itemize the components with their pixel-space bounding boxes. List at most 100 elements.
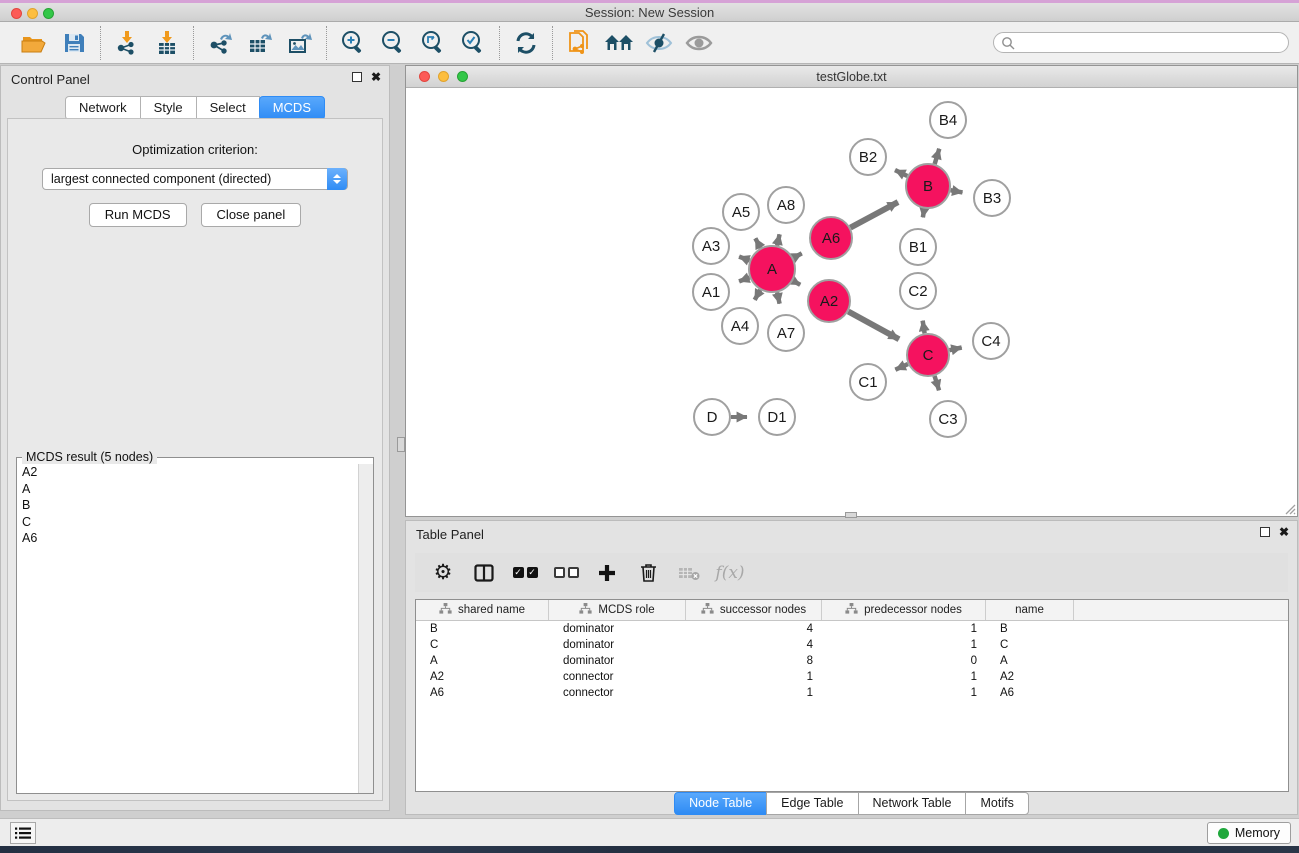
zoom-in-button[interactable] [333, 27, 373, 59]
network-window-titlebar[interactable]: testGlobe.txt [406, 66, 1297, 88]
cell-shared-name[interactable]: A [416, 655, 549, 667]
vertical-divider-handle[interactable] [397, 437, 405, 452]
column-header-MCDS-role[interactable]: MCDS role [549, 600, 686, 620]
edge-B-B1[interactable] [923, 209, 924, 218]
close-panel-icon[interactable]: ✖ [371, 72, 381, 82]
cell-MCDS-role[interactable]: connector [549, 671, 686, 683]
mcds-result-item[interactable]: C [17, 514, 357, 531]
run-mcds-button[interactable]: Run MCDS [89, 203, 187, 227]
column-header-shared-name[interactable]: shared name [416, 600, 549, 620]
node-A7[interactable]: A7 [768, 315, 804, 351]
node-table[interactable]: shared nameMCDS rolesuccessor nodesprede… [415, 599, 1289, 792]
node-A6[interactable]: A6 [810, 217, 852, 259]
table-close-panel-icon[interactable]: ✖ [1279, 527, 1289, 537]
node-C1[interactable]: C1 [850, 364, 886, 400]
show-columns-button[interactable] [469, 558, 499, 588]
node-D1[interactable]: D1 [759, 399, 795, 435]
import-network-button[interactable] [107, 27, 147, 59]
show-graphics-button[interactable] [679, 27, 719, 59]
node-B1[interactable]: B1 [900, 229, 936, 265]
network-graph[interactable]: AA1A2A3A4A5A6A7A8BB1B2B3B4CC1C2C3C4DD1 [406, 88, 1297, 516]
cell-predecessor-nodes[interactable]: 0 [822, 655, 986, 667]
node-B4[interactable]: B4 [930, 102, 966, 138]
search-input[interactable] [993, 32, 1289, 53]
table-row[interactable]: Adominator80A [416, 653, 1288, 669]
mcds-result-item[interactable]: A [17, 481, 357, 498]
node-A3[interactable]: A3 [693, 228, 729, 264]
cell-name[interactable]: C [986, 639, 1074, 651]
mcds-result-item[interactable]: A6 [17, 530, 357, 547]
cell-successor-nodes[interactable]: 4 [686, 623, 822, 635]
float-panel-icon[interactable] [352, 72, 362, 82]
cell-name[interactable]: A6 [986, 687, 1074, 699]
cell-name[interactable]: B [986, 623, 1074, 635]
cell-shared-name[interactable]: B [416, 623, 549, 635]
hide-graphics-button[interactable] [639, 27, 679, 59]
node-A1[interactable]: A1 [693, 274, 729, 310]
mcds-result-list[interactable]: A2ABCA6 [17, 464, 357, 793]
edge-A-A2[interactable] [793, 281, 800, 285]
cell-predecessor-nodes[interactable]: 1 [822, 687, 986, 699]
export-image-button[interactable] [280, 27, 320, 59]
node-A4[interactable]: A4 [722, 308, 758, 344]
edge-C-C4[interactable] [949, 348, 961, 351]
cell-MCDS-role[interactable]: dominator [549, 655, 686, 667]
cell-successor-nodes[interactable]: 8 [686, 655, 822, 667]
node-C3[interactable]: C3 [930, 401, 966, 437]
cell-shared-name[interactable]: A6 [416, 687, 549, 699]
select-all-columns-button[interactable]: ✓✓ [510, 558, 540, 588]
table-row[interactable]: A6connector11A6 [416, 685, 1288, 701]
tab-node-table[interactable]: Node Table [674, 792, 767, 815]
delete-columns-button[interactable] [633, 558, 663, 588]
export-table-button[interactable] [240, 27, 280, 59]
cell-shared-name[interactable]: C [416, 639, 549, 651]
edge-A-A4[interactable] [755, 290, 761, 300]
cell-MCDS-role[interactable]: dominator [549, 623, 686, 635]
resize-grip-icon[interactable] [1282, 501, 1296, 515]
table-row[interactable]: A2connector11A2 [416, 669, 1288, 685]
node-B3[interactable]: B3 [974, 180, 1010, 216]
edge-A-A6[interactable] [793, 253, 802, 257]
node-A8[interactable]: A8 [768, 187, 804, 223]
edge-B-B3[interactable] [951, 190, 963, 192]
refresh-button[interactable] [506, 27, 546, 59]
tab-style[interactable]: Style [140, 96, 197, 120]
mcds-result-scrollbar[interactable] [358, 464, 373, 793]
cell-MCDS-role[interactable]: dominator [549, 639, 686, 651]
table-float-panel-icon[interactable] [1260, 527, 1270, 537]
cell-MCDS-role[interactable]: connector [549, 687, 686, 699]
tab-select[interactable]: Select [196, 96, 260, 120]
edge-A-A5[interactable] [755, 238, 760, 248]
cell-predecessor-nodes[interactable]: 1 [822, 671, 986, 683]
node-B2[interactable]: B2 [850, 139, 886, 175]
memory-button[interactable]: Memory [1207, 822, 1291, 844]
edge-A-A3[interactable] [739, 257, 749, 261]
export-network-button[interactable] [200, 27, 240, 59]
tab-network[interactable]: Network [65, 96, 141, 120]
tab-network-table[interactable]: Network Table [858, 792, 967, 815]
create-column-button[interactable] [592, 558, 622, 588]
edge-A2-C[interactable] [848, 312, 899, 340]
unselect-all-columns-button[interactable] [551, 558, 581, 588]
cell-name[interactable]: A [986, 655, 1074, 667]
edge-A-A8[interactable] [777, 234, 779, 245]
edge-C-C3[interactable] [935, 376, 939, 390]
node-A5[interactable]: A5 [723, 194, 759, 230]
edge-B-B2[interactable] [895, 170, 907, 176]
save-session-button[interactable] [54, 27, 94, 59]
cell-shared-name[interactable]: A2 [416, 671, 549, 683]
cell-predecessor-nodes[interactable]: 1 [822, 623, 986, 635]
column-header-predecessor-nodes[interactable]: predecessor nodes [822, 600, 986, 620]
edge-A6-B[interactable] [850, 202, 898, 228]
edge-C-C2[interactable] [923, 321, 925, 334]
close-panel-button[interactable]: Close panel [201, 203, 302, 227]
node-A2[interactable]: A2 [808, 280, 850, 322]
criterion-dropdown[interactable]: largest connected component (directed) [42, 168, 348, 190]
table-settings-button[interactable]: ⚙ [428, 558, 458, 588]
mcds-result-item[interactable]: B [17, 497, 357, 514]
zoom-fit-button[interactable] [413, 27, 453, 59]
cell-name[interactable]: A2 [986, 671, 1074, 683]
clone-network-button[interactable] [559, 27, 599, 59]
horizontal-divider-handle[interactable] [845, 512, 857, 518]
node-D[interactable]: D [694, 399, 730, 435]
